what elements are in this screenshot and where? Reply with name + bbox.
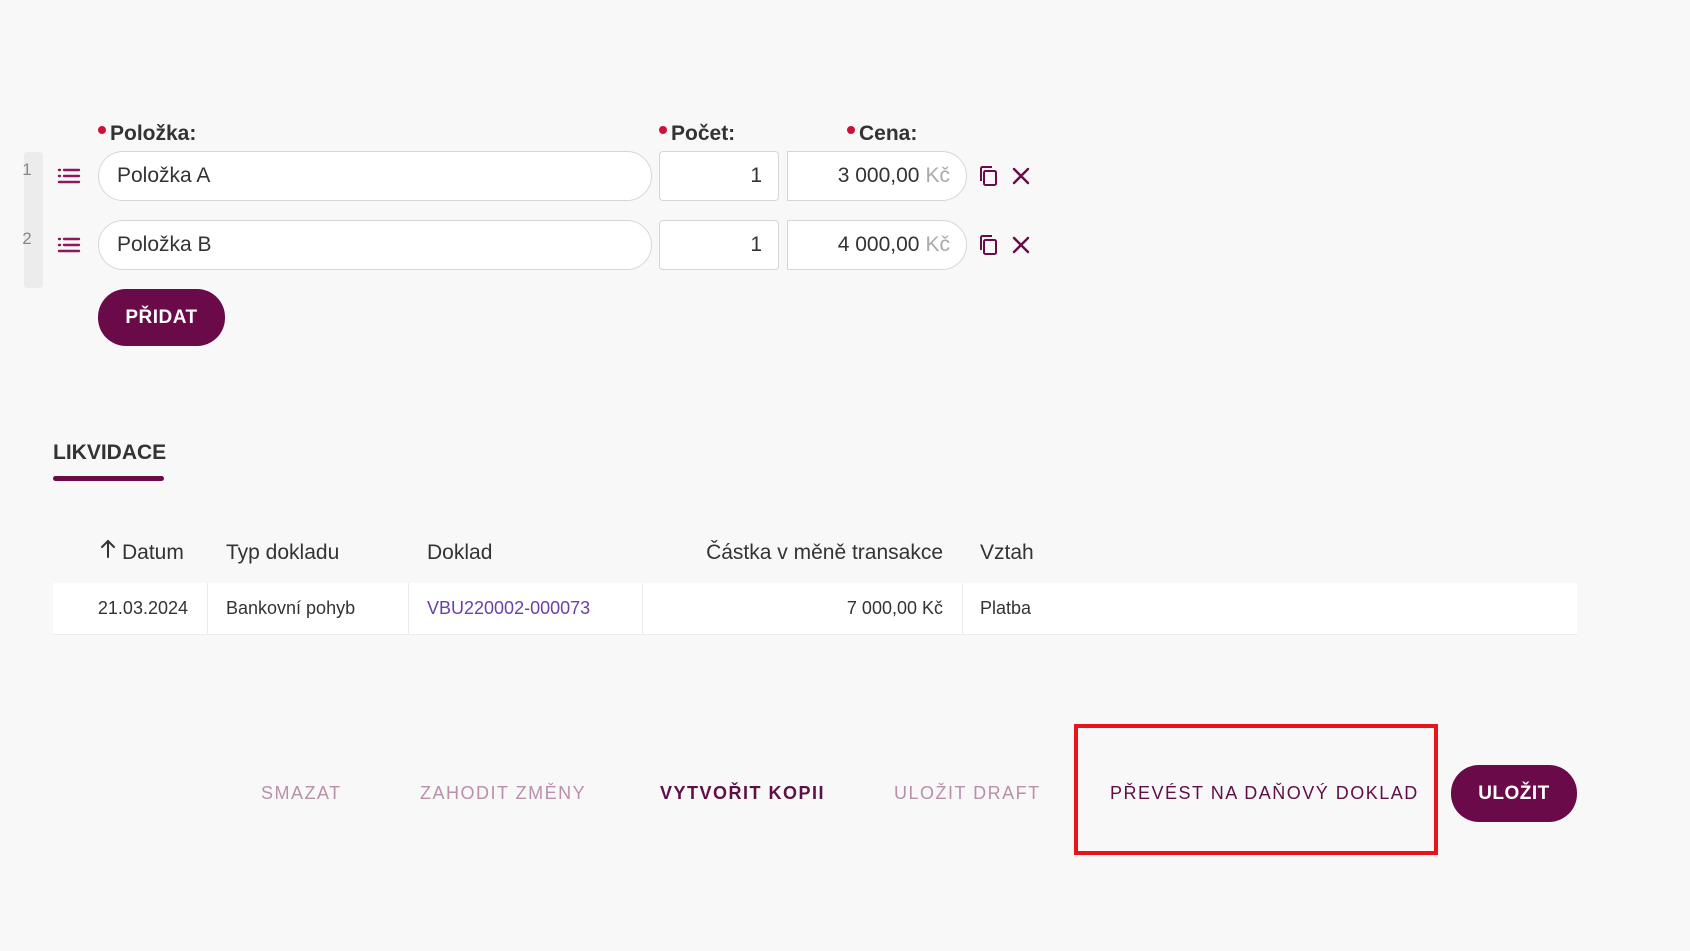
delete-button[interactable]: SMAZAT: [261, 775, 342, 811]
required-indicator: [659, 126, 667, 134]
copy-icon[interactable]: [975, 232, 1001, 258]
cell-amount: 7 000,00 Kč: [846, 598, 943, 618]
column-header-date[interactable]: Datum: [100, 538, 184, 568]
column-label-count: Počet:: [659, 120, 735, 148]
column-divider: [408, 583, 409, 634]
row-number: 2: [22, 229, 32, 248]
cell-type: Bankovní pohyb: [226, 598, 356, 618]
required-indicator: [847, 126, 855, 134]
required-indicator: [98, 126, 106, 134]
column-divider: [642, 583, 643, 634]
cell-doc-link[interactable]: VBU220002-000073: [427, 583, 590, 634]
drag-handle-icon[interactable]: [57, 235, 81, 255]
sort-ascending-icon: [100, 538, 116, 568]
item-count-input[interactable]: 1: [659, 220, 779, 270]
item-name-input[interactable]: Položka B: [98, 220, 652, 270]
highlight-box: [1074, 724, 1438, 855]
item-name-input[interactable]: Položka A: [98, 151, 652, 201]
copy-icon[interactable]: [975, 163, 1001, 189]
discard-changes-button[interactable]: ZAHODIT ZMĚNY: [420, 775, 586, 811]
column-label-item: Položka:: [98, 120, 196, 148]
column-divider: [962, 583, 963, 634]
column-header-type[interactable]: Typ dokladu: [226, 538, 339, 568]
create-copy-button[interactable]: VYTVOŘIT KOPII: [660, 775, 825, 811]
item-count-input[interactable]: 1: [659, 151, 779, 201]
cell-date: 21.03.2024: [97, 598, 188, 618]
column-label-price: Cena:: [847, 120, 917, 148]
close-icon[interactable]: [1008, 232, 1034, 258]
column-header-doc[interactable]: Doklad: [427, 538, 492, 568]
cell-relation: Platba: [980, 598, 1032, 618]
column-divider: [207, 583, 208, 634]
save-button[interactable]: ULOŽIT: [1451, 765, 1577, 822]
save-draft-button[interactable]: ULOŽIT DRAFT: [894, 775, 1041, 811]
section-underline: [53, 476, 164, 481]
drag-handle-icon[interactable]: [57, 166, 81, 186]
currency-label: Kč: [925, 233, 950, 256]
column-header-relation[interactable]: Vztah: [980, 538, 1034, 568]
section-title: LIKVIDACE: [53, 441, 167, 464]
column-header-amount[interactable]: Částka v měně transakce: [700, 538, 943, 568]
add-item-button[interactable]: PŘIDAT: [98, 289, 225, 346]
item-price-input[interactable]: 4 000,00 Kč: [787, 220, 967, 270]
close-icon[interactable]: [1008, 163, 1034, 189]
row-number: 1: [22, 160, 32, 179]
item-price-input[interactable]: 3 000,00 Kč: [787, 151, 967, 201]
currency-label: Kč: [925, 164, 950, 187]
